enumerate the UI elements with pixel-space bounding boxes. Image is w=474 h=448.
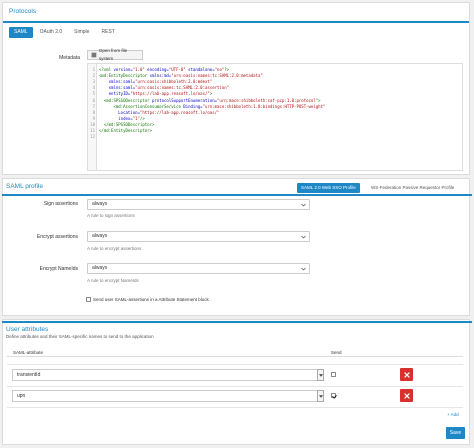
attribute-value-0: transientId [17, 372, 41, 378]
encrypt-nameids-label: Encrypt NameIds [39, 266, 78, 272]
sign-assertions-value: always [92, 201, 108, 207]
user-attributes-title: User attributes [6, 326, 49, 333]
sign-assertions-label: Sign assertions [43, 201, 78, 207]
code-line: 4 xmlns:saml="urn:oasis:names:tc:SAML:2.… [88, 85, 462, 91]
close-icon [403, 392, 410, 399]
tab-simple[interactable]: Simple [69, 27, 94, 38]
code-text: entityID="https://lab-app.reasoft.lo/oas… [108, 91, 213, 97]
close-icon [403, 371, 410, 378]
attribute-dropdown-1[interactable] [317, 390, 324, 402]
line-number: 8 [92, 109, 95, 115]
code-line: 11 </md:EntityDescriptor> [88, 128, 462, 134]
encrypt-assertions-value: always [92, 233, 108, 239]
code-text: xmlns:saml="urn:oasis:names:tc:SAML:2.0:… [108, 85, 230, 91]
user-attributes-top-rule [2, 321, 472, 323]
encrypt-nameids-help: A rule to encrypt NameIds [87, 278, 139, 283]
attribute-dropdown-0[interactable] [317, 369, 324, 381]
line-number: 7 [92, 103, 95, 109]
code-text: <md:SPSSODescriptor protocolSupportEnume… [99, 97, 321, 103]
attribute-value-1: upn [17, 393, 26, 399]
line-number: 4 [92, 85, 95, 91]
saml-profile-rule [2, 194, 472, 196]
line-number: 12 [90, 134, 95, 140]
code-line: 7 <md:AssertionConsumerService Binding="… [88, 104, 462, 110]
protocols-rule [3, 21, 469, 23]
code-text: <md:EntityDescriptor xmlns:md="urn:oasis… [99, 73, 263, 79]
add-attribute-link[interactable]: + Add [447, 412, 459, 417]
code-line: 9 index="1"/> [88, 116, 462, 122]
line-number: 1 [92, 67, 95, 72]
line-number: 6 [92, 97, 95, 103]
line-number: 11 [90, 128, 95, 133]
delete-attribute-button-1[interactable] [400, 389, 413, 402]
user-attributes-description: Define attributes and their SAML-specifi… [6, 334, 154, 339]
line-number: 10 [90, 121, 95, 127]
code-text: </md:EntityDescriptor> [99, 128, 152, 133]
tab-ws-federation[interactable]: WS-Federation Passive Requestor Profile [367, 183, 458, 193]
tab-web-sso-profile[interactable]: SAML 2.0 Web SSO Profile [297, 183, 360, 193]
sign-assertions-select[interactable]: always [87, 199, 310, 210]
saml-profile-title: SAML profile [6, 183, 43, 190]
code-line: 8 Location="https://lab-app.reasoft.lo/o… [88, 110, 462, 116]
code-line: 3 xmlns:saml="urn:oasis:shibboleth:2.0:m… [88, 79, 462, 85]
encrypt-nameids-select[interactable]: always [87, 263, 310, 274]
sign-assertions-help: A rule to sign assertions [87, 213, 135, 218]
chevron-down-icon [301, 235, 306, 239]
chevron-down-icon [319, 374, 323, 377]
code-line: 2 <md:EntityDescriptor xmlns:md="urn:oasi… [88, 73, 462, 79]
protocol-tabs: SAML OAuth 2.0 Simple REST [9, 27, 120, 38]
encrypt-assertions-help: A rule to encrypt assertions [87, 246, 142, 251]
col-send: Send [331, 350, 342, 355]
line-number: 2 [92, 73, 95, 79]
open-file-button[interactable]: Open from file system [87, 48, 143, 61]
code-text: </md:SPSSODescriptor> [99, 121, 155, 127]
save-button[interactable]: Save [446, 427, 465, 439]
tab-saml[interactable]: SAML [9, 27, 33, 38]
delete-attribute-button-0[interactable] [400, 368, 413, 381]
protocols-title: Protocols [9, 8, 37, 15]
send-checkbox-1[interactable] [331, 393, 336, 398]
row-separator [7, 407, 463, 408]
attribute-statement-label: Send user SAML-assertions in a Attribute… [93, 297, 209, 302]
attributes-table-header: SAML-attribute Send [7, 349, 463, 357]
code-line: 12 [88, 134, 462, 140]
encrypt-assertions-select[interactable]: always [87, 231, 310, 242]
open-file-label: Open from file system [98, 48, 128, 61]
code-text: xmlns:saml="urn:oasis:shibboleth:2.0:mde… [108, 79, 213, 85]
attribute-statement-checkbox[interactable] [86, 297, 91, 302]
line-number: 5 [92, 91, 95, 97]
tab-oauth[interactable]: OAuth 2.0 [35, 27, 68, 38]
send-checkbox-0[interactable] [331, 372, 336, 377]
chevron-down-icon [301, 267, 306, 271]
tab-rest[interactable]: REST [96, 27, 119, 38]
file-icon [91, 52, 97, 58]
encrypt-nameids-value: always [92, 265, 108, 271]
metadata-label: Metadata [59, 55, 80, 61]
attribute-input-0[interactable]: transientId [12, 369, 324, 381]
metadata-editor[interactable]: 1 <?xml version="1.0" encoding="UTF-8" st… [87, 63, 463, 171]
code-text: Location="https://lab-app.reasoft.lo/oas… [118, 109, 220, 115]
code-text: <md:AssertionConsumerService Binding="ur… [99, 103, 326, 109]
chevron-down-icon [301, 203, 306, 207]
chevron-down-icon [319, 395, 323, 398]
code-line: 10 </md:SPSSODescriptor> [88, 122, 462, 128]
code-text: <?xml version="1.0" encoding="UTF-8" sta… [99, 67, 230, 72]
attribute-input-1[interactable]: upn [12, 390, 324, 402]
encrypt-assertions-label: Encrypt assertions [36, 234, 78, 240]
code-text: index="1"/> [118, 115, 145, 121]
line-number: 3 [92, 79, 95, 85]
line-number: 9 [92, 115, 95, 121]
code-line: 5 entityID="https://lab-app.reasoft.lo/o… [88, 91, 462, 97]
code-line: 6 <md:SPSSODescriptor protocolSupportEnu… [88, 98, 462, 104]
row-separator [7, 386, 463, 387]
code-line: 1 <?xml version="1.0" encoding="UTF-8" st… [88, 67, 462, 73]
col-saml-attribute: SAML-attribute [13, 350, 44, 355]
row-separator [7, 364, 463, 365]
